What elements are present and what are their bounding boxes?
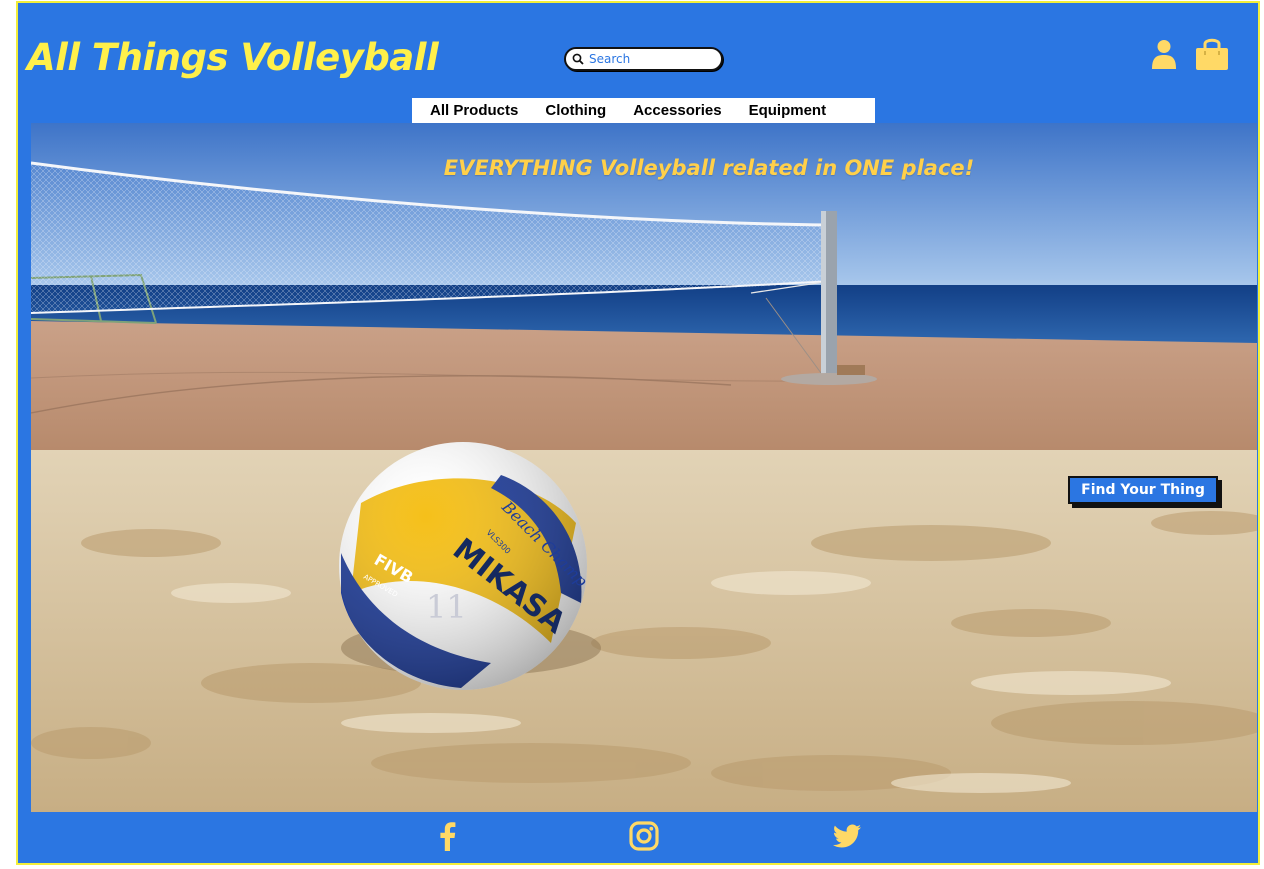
footer bbox=[31, 812, 1257, 862]
search-box[interactable] bbox=[564, 47, 723, 71]
nav-item-equipment[interactable]: Equipment bbox=[749, 102, 827, 119]
find-your-thing-button[interactable]: Find Your Thing bbox=[1068, 476, 1218, 504]
search-input[interactable] bbox=[589, 52, 709, 66]
facebook-icon[interactable] bbox=[432, 820, 464, 852]
nav-item-all-products[interactable]: All Products bbox=[430, 102, 518, 119]
search-icon bbox=[572, 53, 584, 65]
nav-item-clothing[interactable]: Clothing bbox=[545, 102, 606, 119]
user-icon[interactable] bbox=[1150, 38, 1178, 70]
hero-image: MIKASA Beach Champ VLS300 FIVB APPROVED … bbox=[31, 123, 1257, 812]
twitter-icon[interactable] bbox=[831, 820, 863, 852]
site-title[interactable]: All Things Volleyball bbox=[27, 36, 439, 79]
main-nav: All Products Clothing Accessories Equipm… bbox=[412, 98, 875, 123]
ball-number-text: 11 bbox=[426, 588, 467, 626]
shopping-bag-icon[interactable] bbox=[1194, 36, 1230, 72]
hero-banner: MIKASA Beach Champ VLS300 FIVB APPROVED … bbox=[31, 123, 1257, 812]
instagram-icon[interactable] bbox=[628, 820, 660, 852]
nav-item-accessories[interactable]: Accessories bbox=[633, 102, 721, 119]
hero-tagline: EVERYTHING Volleyball related in ONE pla… bbox=[443, 156, 975, 180]
